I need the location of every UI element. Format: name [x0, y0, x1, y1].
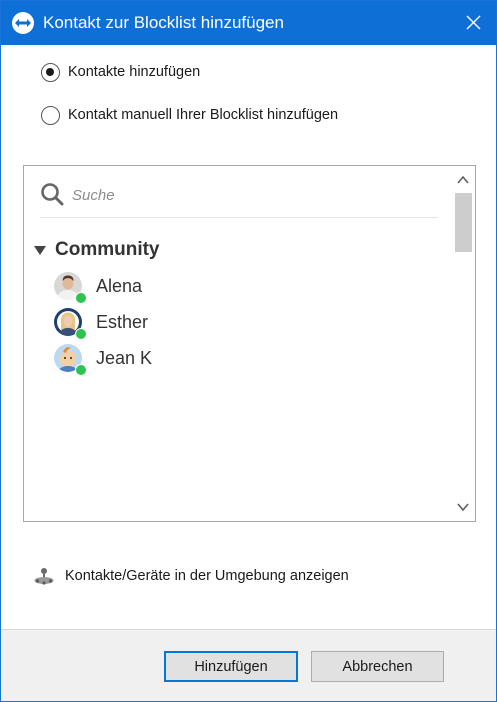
- search-bar: [40, 180, 438, 218]
- cancel-button[interactable]: Abbrechen: [311, 651, 444, 682]
- dialog-window: Kontakt zur Blocklist hinzufügen Kontakt…: [0, 0, 497, 702]
- show-nearby-label[interactable]: Kontakte/Geräte in der Umgebung anzeigen: [65, 568, 349, 584]
- radio-add-contacts-button[interactable]: [41, 62, 60, 82]
- contact-name: Esther: [96, 311, 149, 332]
- radio-add-contacts[interactable]: Kontakte hinzufügen: [41, 61, 200, 83]
- close-icon: [466, 15, 481, 30]
- window-title: Kontakt zur Blocklist hinzufügen: [43, 13, 284, 32]
- contact-name: Jean K: [96, 347, 153, 368]
- contact-item-esther[interactable]: Esther: [54, 306, 149, 340]
- show-nearby-link[interactable]: Kontakte/Geräte in der Umgebung anzeigen: [33, 565, 349, 587]
- radio-add-manually-label[interactable]: Kontakt manuell Ihrer Blocklist hinzufüg…: [68, 107, 338, 123]
- contact-item-alena[interactable]: Alena: [54, 270, 143, 304]
- search-icon: [41, 183, 64, 206]
- contact-name: Alena: [96, 275, 143, 296]
- scrollbar-thumb[interactable]: [455, 193, 472, 252]
- search-input[interactable]: [72, 183, 412, 207]
- title-bar: Kontakt zur Blocklist hinzufügen: [1, 1, 496, 45]
- online-status-badge: [75, 364, 87, 376]
- avatar: [54, 272, 87, 304]
- contact-item-jean-k[interactable]: Jean K: [54, 342, 153, 376]
- online-status-badge: [75, 292, 87, 304]
- online-status-badge: [75, 328, 87, 340]
- group-community[interactable]: Community: [34, 238, 160, 262]
- radio-add-contacts-label[interactable]: Kontakte hinzufügen: [68, 64, 200, 80]
- close-button[interactable]: [450, 1, 496, 45]
- dialog-footer: Hinzufügen Abbrechen: [1, 629, 496, 701]
- radio-add-manually[interactable]: Kontakt manuell Ihrer Blocklist hinzufüg…: [41, 104, 338, 126]
- radio-add-manually-button[interactable]: [41, 105, 60, 125]
- nearby-devices-icon: [34, 568, 54, 585]
- add-button[interactable]: Hinzufügen: [164, 651, 298, 682]
- contact-list: Community Alena: [23, 165, 476, 522]
- scroll-down-arrow-icon[interactable]: [456, 501, 470, 513]
- chevron-down-icon[interactable]: [34, 245, 46, 255]
- avatar: [54, 344, 87, 376]
- vertical-scrollbar[interactable]: [451, 166, 475, 521]
- avatar: [54, 308, 87, 340]
- teamviewer-logo-icon: [12, 12, 34, 34]
- group-label: Community: [55, 239, 160, 260]
- scroll-up-arrow-icon[interactable]: [456, 174, 470, 186]
